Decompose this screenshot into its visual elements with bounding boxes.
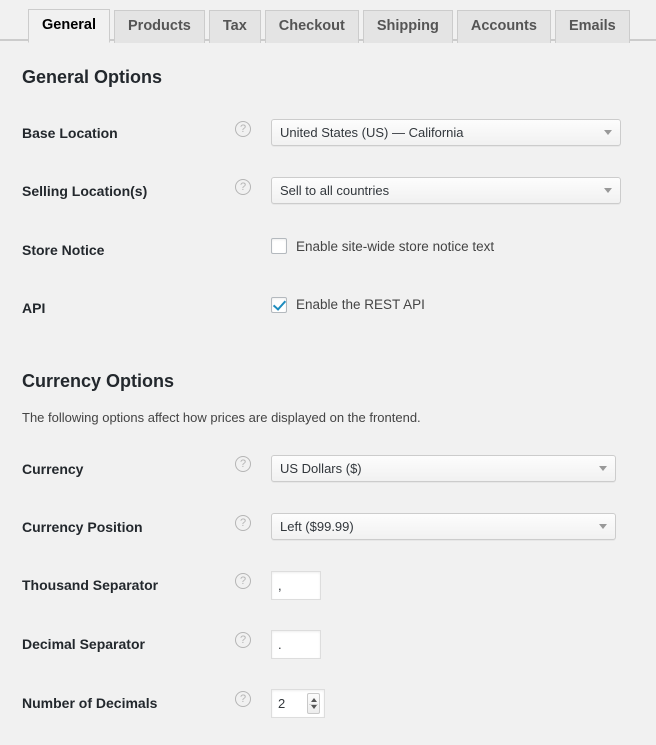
tip-cell-number-of-decimals: ? [235,674,271,733]
label-currency: Currency [22,440,235,498]
label-store-notice: Store Notice [22,221,235,279]
general-options-heading: General Options [22,65,636,90]
field-api: Enable the REST API [271,279,636,337]
label-api: API [22,279,235,337]
tab-checkout[interactable]: Checkout [265,10,359,43]
label-currency-position: Currency Position [22,498,235,556]
base-location-select[interactable]: United States (US) — California [271,119,621,146]
row-number-of-decimals: Number of Decimals ? [22,674,636,733]
thousand-separator-input[interactable] [271,571,321,600]
select-wrap-currency-position: Left ($99.99) [271,513,616,540]
tab-tax[interactable]: Tax [209,10,261,43]
currency-options-table: Currency ? US Dollars ($) Currency Posit… [22,440,636,733]
tab-general[interactable]: General [28,9,110,43]
tip-cell-currency: ? [235,440,271,498]
help-question-icon[interactable]: ? [235,573,251,589]
currency-position-select[interactable]: Left ($99.99) [271,513,616,540]
tip-cell-currency-position: ? [235,498,271,556]
api-checkbox-row: Enable the REST API [271,294,626,314]
row-currency-position: Currency Position ? Left ($99.99) [22,498,636,556]
tab-emails[interactable]: Emails [555,10,630,43]
tab-products[interactable]: Products [114,10,205,43]
field-base-location: United States (US) — California [271,104,636,162]
tab-shipping[interactable]: Shipping [363,10,453,43]
row-thousand-separator: Thousand Separator ? [22,556,636,615]
field-decimal-separator [271,615,636,674]
number-of-decimals-stepper[interactable] [271,689,325,718]
tip-cell-base-location: ? [235,104,271,162]
label-base-location: Base Location [22,104,235,162]
stepper-buttons[interactable] [307,693,320,714]
row-decimal-separator: Decimal Separator ? [22,615,636,674]
store-notice-checkbox-row: Enable site-wide store notice text [271,236,626,256]
tip-cell-store-notice [235,221,271,279]
field-currency: US Dollars ($) [271,440,636,498]
field-currency-position: Left ($99.99) [271,498,636,556]
currency-select[interactable]: US Dollars ($) [271,455,616,482]
row-currency: Currency ? US Dollars ($) [22,440,636,498]
help-question-icon[interactable]: ? [235,121,251,137]
tip-cell-decimal-separator: ? [235,615,271,674]
help-question-icon[interactable]: ? [235,515,251,531]
tip-cell-thousand-separator: ? [235,556,271,615]
field-selling-locations: Sell to all countries [271,162,636,220]
tip-cell-api [235,279,271,337]
rest-api-checkbox-label: Enable the REST API [296,296,425,314]
row-api: API Enable the REST API [22,279,636,337]
field-number-of-decimals [271,674,636,733]
field-store-notice: Enable site-wide store notice text [271,221,636,279]
label-number-of-decimals: Number of Decimals [22,674,235,733]
number-of-decimals-input[interactable] [272,690,306,717]
settings-tab-bar: GeneralProductsTaxCheckoutShippingAccoun… [0,0,656,41]
currency-options-description: The following options affect how prices … [22,408,636,428]
row-base-location: Base Location ? United States (US) — Cal… [22,104,636,162]
select-wrap-selling-locations: Sell to all countries [271,177,621,204]
spinner-up-icon[interactable] [311,698,317,702]
selling-locations-select[interactable]: Sell to all countries [271,177,621,204]
tip-cell-selling-locations: ? [235,162,271,220]
store-notice-checkbox[interactable] [271,238,287,254]
help-question-icon[interactable]: ? [235,691,251,707]
decimal-separator-input[interactable] [271,630,321,659]
general-options-table: Base Location ? United States (US) — Cal… [22,104,636,337]
tab-accounts[interactable]: Accounts [457,10,551,43]
currency-options-heading: Currency Options [22,369,636,394]
help-question-icon[interactable]: ? [235,179,251,195]
settings-content: General Options Base Location ? United S… [0,65,656,733]
label-thousand-separator: Thousand Separator [22,556,235,615]
select-wrap-currency: US Dollars ($) [271,455,616,482]
select-wrap-base-location: United States (US) — California [271,119,621,146]
help-question-icon[interactable]: ? [235,632,251,648]
label-decimal-separator: Decimal Separator [22,615,235,674]
row-selling-locations: Selling Location(s) ? Sell to all countr… [22,162,636,220]
field-thousand-separator [271,556,636,615]
row-store-notice: Store Notice Enable site-wide store noti… [22,221,636,279]
spinner-down-icon[interactable] [311,705,317,709]
store-notice-checkbox-label: Enable site-wide store notice text [296,238,494,256]
label-selling-locations: Selling Location(s) [22,162,235,220]
rest-api-checkbox[interactable] [271,297,287,313]
help-question-icon[interactable]: ? [235,456,251,472]
